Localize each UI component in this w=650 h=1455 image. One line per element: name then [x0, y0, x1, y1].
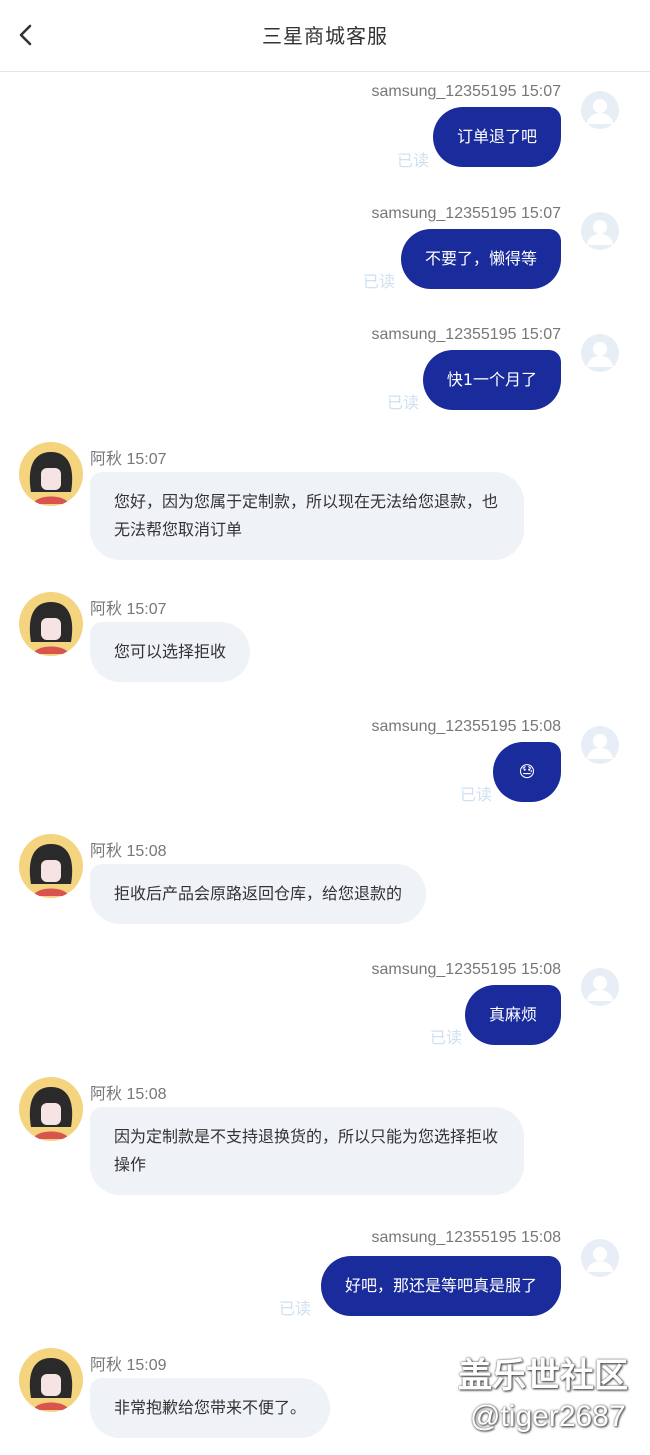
user-icon — [587, 1247, 613, 1272]
message-bubble[interactable]: 因为定制款是不支持退换货的，所以只能为您选择拒收操作 — [90, 1107, 524, 1195]
message-row: samsung_12355195 15:07 订单退了吧 已读 — [0, 80, 650, 180]
read-status: 已读 — [430, 1028, 463, 1047]
user-avatar[interactable] — [581, 334, 619, 372]
agent-avatar[interactable] — [19, 592, 83, 656]
agent-avatar-icon — [29, 1358, 73, 1410]
read-status: 已读 — [460, 785, 493, 804]
message-row: 阿秋 15:07 您可以选择拒收 — [0, 592, 650, 692]
message-meta: samsung_12355195 15:08 — [371, 718, 561, 735]
message-bubble[interactable]: 好吧，那还是等吧真是服了 — [320, 1256, 561, 1316]
message-meta: samsung_12355195 15:08 — [371, 961, 561, 978]
message-bubble[interactable]: 订单退了吧 — [432, 107, 561, 167]
agent-avatar[interactable] — [19, 442, 83, 506]
read-status: 已读 — [363, 272, 396, 291]
user-avatar[interactable] — [581, 212, 619, 250]
agent-avatar-icon — [29, 844, 73, 896]
message-row: samsung_12355195 15:08 😓 已读 — [0, 715, 650, 815]
message-meta: samsung_12355195 15:07 — [371, 326, 561, 343]
message-meta: 阿秋 15:09 — [90, 1357, 167, 1374]
agent-avatar[interactable] — [19, 1348, 83, 1412]
message-bubble[interactable]: 不要了，懒得等 — [400, 229, 561, 289]
message-bubble[interactable]: 😓 — [493, 742, 561, 802]
message-bubble[interactable]: 真麻烦 — [464, 985, 561, 1045]
watermark-username: @tiger2687 — [470, 1400, 626, 1433]
agent-avatar[interactable] — [19, 834, 83, 898]
agent-avatar-icon — [29, 452, 73, 504]
header: 三星商城客服 — [0, 0, 650, 72]
message-meta: 阿秋 15:07 — [90, 601, 167, 618]
message-bubble[interactable]: 拒收后产品会原路返回仓库，给您退款的 — [90, 864, 427, 924]
message-meta: 阿秋 15:07 — [90, 451, 167, 468]
watermark-community: 盖乐世社区 — [458, 1356, 628, 1396]
message-bubble[interactable]: 您可以选择拒收 — [90, 622, 251, 682]
message-meta: samsung_12355195 15:07 — [371, 83, 561, 100]
message-row: 阿秋 15:07 您好，因为您属于定制款，所以现在无法给您退款，也无法帮您取消订… — [0, 442, 650, 562]
user-avatar[interactable] — [581, 1239, 619, 1277]
user-icon — [587, 220, 613, 245]
message-row: samsung_12355195 15:07 快1一个月了 已读 — [0, 323, 650, 423]
sweat-emoji: 😓 — [518, 762, 536, 781]
agent-avatar-icon — [29, 1087, 73, 1139]
message-meta: 阿秋 15:08 — [90, 843, 167, 860]
page-title: 三星商城客服 — [262, 24, 388, 48]
user-avatar[interactable] — [581, 968, 619, 1006]
message-bubble[interactable]: 非常抱歉给您带来不便了。 — [90, 1378, 331, 1438]
user-avatar[interactable] — [581, 91, 619, 129]
message-row: 阿秋 15:08 拒收后产品会原路返回仓库，给您退款的 — [0, 834, 650, 934]
message-row: samsung_12355195 15:07 不要了，懒得等 已读 — [0, 202, 650, 302]
user-icon — [587, 976, 613, 1001]
message-row: samsung_12355195 15:08 好吧，那还是等吧真是服了 已读 — [0, 1229, 650, 1329]
message-meta: samsung_12355195 15:07 — [371, 205, 561, 222]
message-meta: samsung_12355195 15:08 — [371, 1229, 561, 1246]
user-icon — [587, 734, 613, 759]
message-meta: 阿秋 15:08 — [90, 1086, 167, 1103]
agent-avatar-icon — [29, 602, 73, 654]
user-avatar[interactable] — [581, 726, 619, 764]
read-status: 已读 — [387, 393, 420, 412]
read-status: 已读 — [397, 151, 430, 170]
message-bubble[interactable]: 快1一个月了 — [422, 350, 561, 410]
read-status: 已读 — [279, 1299, 312, 1318]
message-row: 阿秋 15:08 因为定制款是不支持退换货的，所以只能为您选择拒收操作 — [0, 1077, 650, 1197]
user-icon — [587, 342, 613, 367]
message-bubble[interactable]: 您好，因为您属于定制款，所以现在无法给您退款，也无法帮您取消订单 — [90, 472, 524, 560]
agent-avatar[interactable] — [19, 1077, 83, 1141]
user-icon — [587, 99, 613, 124]
message-row: samsung_12355195 15:08 真麻烦 已读 — [0, 958, 650, 1058]
